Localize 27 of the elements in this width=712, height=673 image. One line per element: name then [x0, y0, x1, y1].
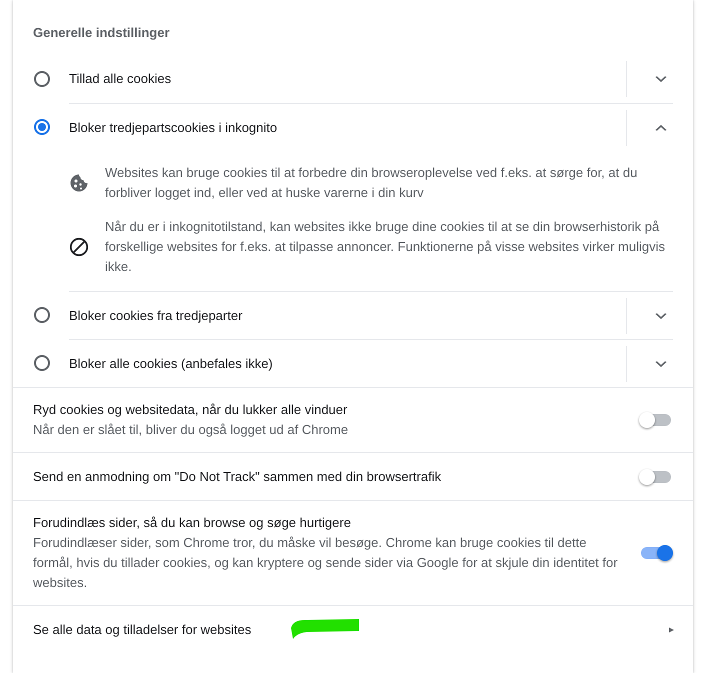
section-title: Generelle indstillinger [33, 24, 170, 42]
chevron-up-icon [655, 124, 667, 132]
chevron-down-icon [655, 360, 667, 368]
toggle-switch[interactable] [639, 545, 673, 561]
option-label: Bloker alle cookies (anbefales ikke) [69, 354, 273, 373]
toggle-switch[interactable] [639, 468, 673, 484]
option-label: Bloker tredjepartscookies i inkognito [69, 118, 278, 137]
link-label[interactable]: Se alle data og tilladelser for websites [33, 620, 252, 640]
chevron-down-icon [655, 312, 667, 320]
cookie-icon [69, 173, 89, 193]
radio-button[interactable] [34, 119, 50, 135]
toggle-switch[interactable] [639, 412, 673, 428]
setting-title: Send en anmodning om "Do Not Track" sammen med din browsertrafik [33, 468, 442, 486]
radio-button[interactable] [34, 307, 50, 323]
setting-description: Forudindlæser sider, som Chrome tror, du måske vil besøge. Chrome kan bruge cookies til dette formål, hvis du tillader cookies, og kan kryptere og sende sider via Google for at skjule din identitet for websites. [33, 534, 619, 592]
setting-title: Forudindlæs sider, så du kan browse og søge hurtigere [33, 514, 351, 532]
detail-text: Når du er i inkognitotilstand, kan websites ikke bruge dine cookies til at se din browserhistorik på forskellige websites for f.eks. at tilpasse annoncer. Funktionerne på visse websites virker muligvis ikke. [105, 218, 666, 276]
chevron-down-icon [655, 75, 667, 83]
radio-button[interactable] [34, 355, 50, 371]
setting-title: Ryd cookies og websitedata, når du lukker alle vinduer [33, 401, 348, 419]
caret-right-icon [669, 624, 674, 634]
option-label: Tillad alle cookies [69, 70, 172, 88]
setting-description: Når den er slået til, bliver du også logget ud af Chrome [33, 421, 348, 439]
option-label: Bloker cookies fra tredjeparter [69, 306, 242, 325]
block-icon [69, 237, 89, 257]
radio-button[interactable] [34, 71, 50, 87]
detail-text: Websites kan bruge cookies til at forbedre din browseroplevelse ved f.eks. at sørge for, at du forbliver logget ind, eller ved at huske varerne i din kurv [105, 164, 638, 202]
